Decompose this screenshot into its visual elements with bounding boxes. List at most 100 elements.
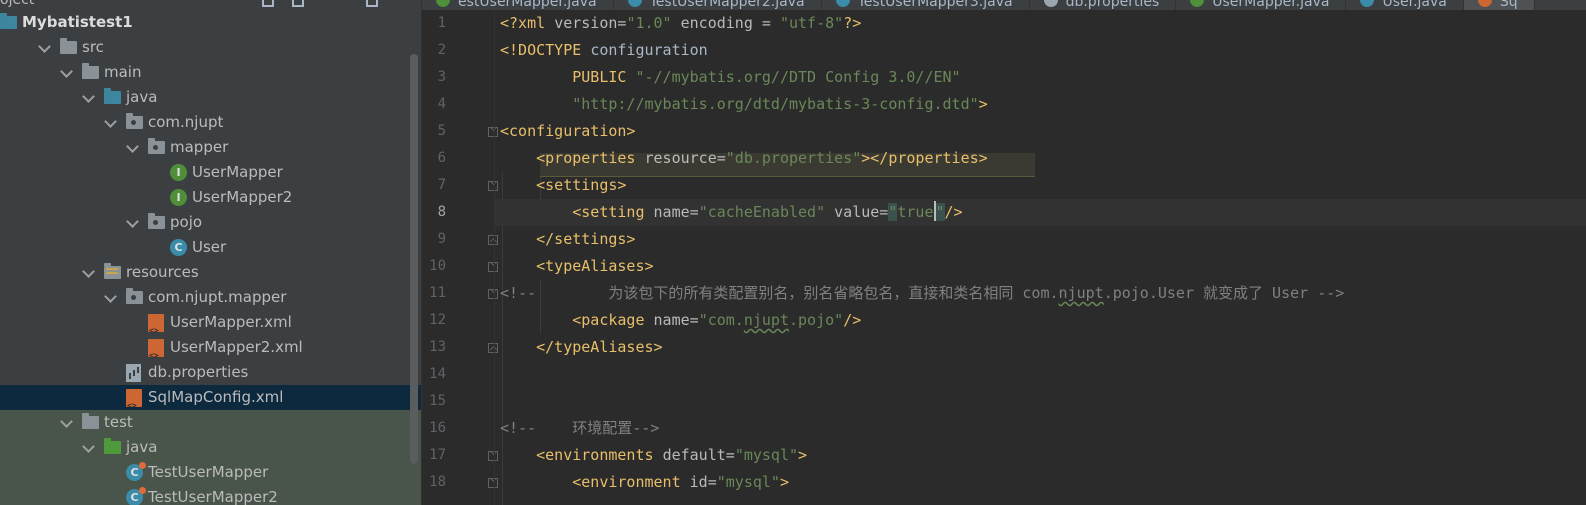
- code-line-11[interactable]: <!-- 为该包下的所有类配置别名，别名省略包名，直接和类名相同 com.nju…: [500, 280, 1344, 307]
- tree-node[interactable]: Mybatistest1: [0, 10, 421, 35]
- code-line-12[interactable]: <package name="com.njupt.pojo"/>: [500, 307, 861, 334]
- fold-collapse-icon[interactable]: [488, 289, 498, 299]
- editor-tab[interactable]: estUserMapper.java: [422, 0, 614, 10]
- doctype-name: configuration: [590, 41, 708, 59]
- editor-tabs: estUserMapper.java TestUserMapper2.java Te…: [422, 0, 1535, 10]
- line-number: 16: [429, 420, 446, 436]
- tag-setting-close: />: [944, 203, 963, 221]
- tree-node[interactable]: com.njupt.mapper: [0, 285, 421, 310]
- code-line-13[interactable]: </typeAliases>: [500, 334, 662, 361]
- tree-node[interactable]: resources: [0, 260, 421, 285]
- tree-node[interactable]: I UserMapper2: [0, 185, 421, 210]
- tree-node[interactable]: main: [0, 60, 421, 85]
- value-package-end: .pojo": [789, 311, 844, 329]
- tree-node[interactable]: C TestUserMapper2: [0, 485, 421, 505]
- chevron-down-icon[interactable]: [82, 265, 95, 278]
- tree-node[interactable]: test: [0, 410, 421, 435]
- code-line-17[interactable]: <environments default="mysql">: [500, 442, 807, 469]
- editor-tab[interactable]: TestUserMapper3.java: [822, 0, 1030, 10]
- tree-node-label: resources: [126, 263, 199, 281]
- fold-end-icon[interactable]: [488, 235, 498, 245]
- collapse-all-icon[interactable]: [292, 0, 304, 7]
- tree-node[interactable]: UserMapper2.xml: [0, 335, 421, 368]
- tab-label: User.java: [1382, 0, 1447, 10]
- code-line-10[interactable]: <typeAliases>: [500, 253, 653, 280]
- fold-end-icon[interactable]: [488, 343, 498, 353]
- locate-file-icon[interactable]: [262, 0, 274, 7]
- tree-node-label: db.properties: [148, 363, 249, 381]
- line-number: 7: [437, 177, 446, 193]
- tag-properties: <properties: [536, 149, 645, 167]
- tree-node[interactable]: UserMapper.xml: [0, 310, 421, 343]
- code-line-2[interactable]: <!DOCTYPE configuration: [500, 37, 708, 64]
- line-number: 13: [429, 339, 446, 355]
- fold-collapse-icon[interactable]: [488, 181, 498, 191]
- fold-collapse-icon[interactable]: [488, 127, 498, 137]
- chevron-down-icon[interactable]: [60, 415, 73, 428]
- tree-node[interactable]: SqlMapConfig.xml: [0, 385, 421, 418]
- tree-node-label: main: [104, 63, 142, 81]
- line-number: 1: [437, 15, 446, 31]
- test-class-icon: C: [126, 462, 146, 481]
- chevron-down-icon[interactable]: [82, 440, 95, 453]
- package-icon: [148, 213, 165, 229]
- chevron-down-icon[interactable]: [126, 140, 139, 153]
- tree-node[interactable]: db.properties: [0, 360, 421, 385]
- chevron-down-icon[interactable]: [104, 290, 117, 303]
- fold-collapse-icon[interactable]: [488, 478, 498, 488]
- folder-icon: [82, 413, 99, 429]
- editor-tab[interactable]: db.properties: [1030, 0, 1177, 10]
- editor-tab[interactable]: TestUserMapper2.java: [614, 0, 822, 10]
- file-type-icon: [1360, 0, 1375, 7]
- typo-word: njupt: [743, 311, 789, 329]
- tree-node-label: UserMapper2.xml: [170, 338, 303, 356]
- fold-collapse-icon[interactable]: [488, 262, 498, 272]
- tree-node[interactable]: src: [0, 35, 421, 60]
- attr-id: id=: [689, 473, 717, 491]
- file-type-icon: [627, 0, 642, 7]
- chevron-down-icon[interactable]: [38, 40, 51, 53]
- code-line-18[interactable]: <environment id="mysql">: [500, 469, 789, 496]
- editor-tab[interactable]: User.java: [1346, 0, 1464, 10]
- code-line-3[interactable]: PUBLIC "-//mybatis.org//DTD Config 3.0//…: [500, 64, 960, 91]
- code-line-1[interactable]: <?xml version="1.0" encoding = "utf-8"?>: [500, 10, 861, 37]
- code-line-4[interactable]: "http://mybatis.org/dtd/mybatis-3-config…: [500, 91, 987, 118]
- gear-icon[interactable]: [366, 0, 378, 7]
- chevron-down-icon[interactable]: [126, 215, 139, 228]
- code-line-16[interactable]: <!-- 环境配置-->: [500, 415, 659, 442]
- editor-tab[interactable]: UserMapper.java: [1176, 0, 1347, 10]
- chevron-down-icon[interactable]: [82, 90, 95, 103]
- code-line-6[interactable]: <properties resource="db.properties"></p…: [500, 145, 988, 172]
- code-line-7[interactable]: <settings>: [500, 172, 626, 199]
- typo-word: njupt: [1058, 284, 1104, 302]
- module-icon: [0, 13, 17, 29]
- line-number: 11: [429, 285, 446, 301]
- gutter-divider: [494, 10, 495, 505]
- tab-label: UserMapper.java: [1212, 0, 1330, 10]
- code-editor[interactable]: 1 2 3 4 5 6 7 8 9 10 11 12 13 14 15 16 17 18 <?xml versio…: [422, 10, 1586, 505]
- tree-node[interactable]: pojo: [0, 210, 421, 235]
- tree-node[interactable]: java: [0, 85, 421, 110]
- tab-label: TestUserMapper3.java: [857, 0, 1013, 10]
- tree-node[interactable]: com.njupt: [0, 110, 421, 135]
- tree-node[interactable]: C TestUserMapper: [0, 460, 421, 485]
- xml-declaration-end: ?>: [843, 14, 862, 32]
- tag-environments: <environments: [536, 446, 663, 464]
- code-line-5[interactable]: <configuration>: [500, 118, 635, 145]
- project-scrollbar[interactable]: [410, 54, 418, 464]
- package-icon: [126, 288, 143, 304]
- value-version: "1.0": [626, 14, 672, 32]
- fold-collapse-icon[interactable]: [488, 451, 498, 461]
- editor-tab[interactable]: Sq: [1463, 0, 1535, 10]
- code-line-8-current[interactable]: <setting name="cacheEnabled" value= "true…: [495, 199, 1586, 226]
- chevron-down-icon[interactable]: [60, 65, 73, 78]
- chevron-down-icon[interactable]: [104, 115, 117, 128]
- tree-node[interactable]: java: [0, 435, 421, 460]
- tree-node[interactable]: mapper: [0, 135, 421, 160]
- tree-node[interactable]: C User: [0, 235, 421, 260]
- quote-match: ": [935, 203, 945, 221]
- tree-node[interactable]: I UserMapper: [0, 160, 421, 185]
- code-line-9[interactable]: </settings>: [500, 226, 635, 253]
- line-number: 9: [437, 231, 446, 247]
- tab-label: Sq: [1499, 0, 1518, 10]
